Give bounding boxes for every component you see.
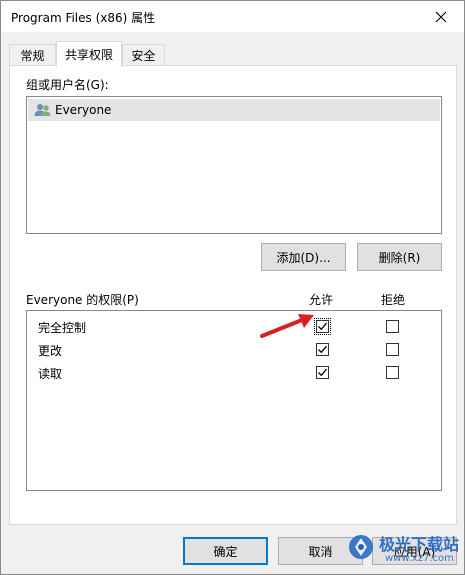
groups-label: 组或用户名(G): [26,78,109,92]
remove-button[interactable]: 删除(R) [357,243,442,271]
permissions-label: Everyone 的权限(P) [26,293,139,307]
allow-checkbox-change[interactable] [316,343,329,356]
watermark-logo: 极光下载站 www.xz7.com [345,525,463,571]
permissions-list: 完全控制 更改 读取 [26,310,442,491]
tab-general-label: 常规 [20,48,45,63]
tab-general[interactable]: 常规 [9,44,56,65]
permission-name: 更改 [38,344,63,358]
ok-button-label: 确定 [213,544,238,559]
list-item[interactable]: Everyone [28,99,440,121]
permission-name: 读取 [38,367,63,381]
checkmark-icon [318,368,327,377]
watermark-url: www.xz7.com [385,553,454,564]
cancel-button-label: 取消 [308,544,333,559]
add-button[interactable]: 添加(D)... [261,243,346,271]
properties-dialog: Program Files (x86) 属性 常规 共享权限 安全 组或用户名(… [0,0,465,575]
add-button-label: 添加(D)... [276,250,331,265]
close-icon [435,11,447,22]
deny-checkbox-read[interactable] [386,366,399,379]
tab-security-label: 安全 [131,48,156,63]
red-arrow-annotation [260,314,314,338]
tab-panel: 组或用户名(G): Everyone 添加(D)... 删除(R) Everyo… [9,65,457,525]
users-group-icon [34,104,51,116]
checkmark-icon [318,322,327,331]
watermark-text: 极光下载站 [379,535,460,554]
title-bar: Program Files (x86) 属性 [1,1,464,32]
tab-strip: 常规 共享权限 安全 [9,41,459,67]
tab-sharing-permissions-label: 共享权限 [64,48,113,62]
group-user-list[interactable]: Everyone [26,96,442,234]
window-title: Program Files (x86) 属性 [11,11,156,25]
list-item-label: Everyone [55,103,112,117]
permission-row-read: 读取 [27,361,441,384]
permission-name: 完全控制 [38,321,87,335]
deny-column-header: 拒绝 [381,293,406,307]
permission-row-full-control: 完全控制 [27,315,441,338]
tab-sharing-permissions[interactable]: 共享权限 [56,41,122,67]
permission-row-change: 更改 [27,338,441,361]
ok-button[interactable]: 确定 [183,537,268,565]
close-button[interactable] [418,1,464,32]
deny-checkbox-full-control[interactable] [386,320,399,333]
allow-column-header: 允许 [309,293,334,307]
tab-security[interactable]: 安全 [122,44,165,65]
checkmark-icon [318,345,327,354]
remove-button-label: 删除(R) [378,250,421,265]
deny-checkbox-change[interactable] [386,343,399,356]
allow-checkbox-read[interactable] [316,366,329,379]
